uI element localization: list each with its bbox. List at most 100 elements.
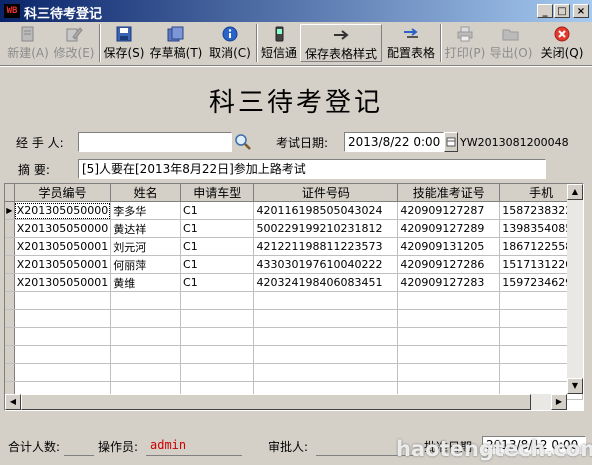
new-button[interactable]: 新建(A) bbox=[6, 24, 50, 62]
table-cell[interactable] bbox=[180, 291, 255, 310]
table-cell[interactable] bbox=[180, 309, 255, 328]
table-row[interactable] bbox=[5, 327, 583, 346]
table-cell[interactable] bbox=[110, 345, 182, 364]
table-cell[interactable]: 黄达祥 bbox=[110, 219, 182, 238]
table-row[interactable] bbox=[5, 345, 583, 364]
table-cell[interactable] bbox=[14, 327, 112, 346]
row-indicator[interactable] bbox=[5, 237, 15, 256]
table-cell[interactable] bbox=[14, 363, 112, 382]
table-cell[interactable]: 李多华 bbox=[110, 201, 182, 220]
minimize-button[interactable]: _ bbox=[537, 4, 553, 18]
table-cell[interactable] bbox=[180, 363, 255, 382]
table-cell[interactable] bbox=[397, 327, 501, 346]
table-row[interactable]: X201305050001 刘元河 C1 421221198811223573 4209… bbox=[5, 237, 583, 256]
table-cell[interactable] bbox=[180, 345, 255, 364]
table-cell[interactable] bbox=[253, 309, 399, 328]
scroll-right-icon[interactable]: ▶ bbox=[551, 394, 567, 410]
table-row[interactable]: X201305050001 黄维 C1 420324198406083451 42090… bbox=[5, 273, 583, 292]
save-draft-button[interactable]: 存草稿(T) bbox=[148, 24, 204, 62]
handler-field[interactable] bbox=[78, 132, 232, 152]
exam-date-field[interactable]: 2013/8/22 0:00 bbox=[344, 132, 444, 152]
table-cell[interactable]: 420116198505043024 bbox=[253, 201, 399, 220]
modify-button[interactable]: 修改(E) bbox=[52, 24, 96, 62]
table-cell[interactable]: X201305050001 bbox=[14, 273, 112, 292]
table-cell[interactable]: C1 bbox=[180, 201, 255, 220]
table-cell[interactable] bbox=[110, 291, 182, 310]
row-indicator[interactable] bbox=[5, 345, 15, 364]
table-cell[interactable] bbox=[253, 363, 399, 382]
table-cell[interactable]: C1 bbox=[180, 219, 255, 238]
table-cell[interactable] bbox=[14, 345, 112, 364]
row-indicator[interactable] bbox=[5, 291, 15, 310]
maximize-button[interactable]: □ bbox=[554, 4, 570, 18]
table-cell[interactable]: 500229199210231812 bbox=[253, 219, 399, 238]
table-cell[interactable]: 黄维 bbox=[110, 273, 182, 292]
table-cell[interactable] bbox=[253, 327, 399, 346]
table-cell[interactable]: C1 bbox=[180, 237, 255, 256]
table-cell[interactable] bbox=[397, 291, 501, 310]
save-button[interactable]: 保存(S) bbox=[102, 24, 146, 62]
horizontal-scrollbar[interactable]: ◀ ▶ bbox=[5, 394, 567, 410]
table-cell[interactable]: X201305050000 bbox=[14, 201, 112, 220]
row-indicator[interactable] bbox=[5, 255, 15, 274]
scroll-up-icon[interactable]: ▲ bbox=[567, 184, 583, 200]
table-cell[interactable]: 420909127287 bbox=[397, 201, 501, 220]
table-cell[interactable] bbox=[14, 291, 112, 310]
table-row[interactable] bbox=[5, 363, 583, 382]
table-cell[interactable] bbox=[110, 327, 182, 346]
column-header[interactable]: 技能准考证号 bbox=[397, 184, 501, 202]
table-cell[interactable]: X201305050001 bbox=[14, 237, 112, 256]
sms-button[interactable]: 短信通 bbox=[259, 24, 299, 62]
config-table-button[interactable]: 配置表格 bbox=[384, 24, 438, 62]
table-cell[interactable]: C1 bbox=[180, 273, 255, 292]
column-header[interactable]: 申请车型 bbox=[180, 184, 255, 202]
calendar-icon[interactable] bbox=[444, 132, 458, 152]
scroll-down-icon[interactable]: ▼ bbox=[567, 378, 583, 394]
table-cell[interactable]: X201305050001 bbox=[14, 255, 112, 274]
table-cell[interactable]: 420909127289 bbox=[397, 219, 501, 238]
close-window-button[interactable]: × bbox=[573, 4, 589, 18]
table-cell[interactable] bbox=[397, 345, 501, 364]
table-cell[interactable]: X201305050000 bbox=[14, 219, 112, 238]
row-indicator[interactable] bbox=[5, 219, 15, 238]
table-cell[interactable] bbox=[253, 291, 399, 310]
table-cell[interactable] bbox=[14, 309, 112, 328]
table-row[interactable]: ▶ X201305050000 李多华 C1 420116198505043024 420… bbox=[5, 201, 583, 220]
table-cell[interactable]: C1 bbox=[180, 255, 255, 274]
table-cell[interactable]: 433030197610040222 bbox=[253, 255, 399, 274]
table-cell[interactable]: 420909127283 bbox=[397, 273, 501, 292]
row-indicator[interactable] bbox=[5, 327, 15, 346]
row-indicator[interactable] bbox=[5, 363, 15, 382]
table-row[interactable] bbox=[5, 291, 583, 310]
row-indicator[interactable] bbox=[5, 309, 15, 328]
summary-field[interactable]: [5]人要在[2013年8月22日]参加上路考试 bbox=[78, 159, 546, 179]
table-cell[interactable]: 420909127286 bbox=[397, 255, 501, 274]
horizontal-scroll-thumb[interactable] bbox=[21, 394, 531, 410]
cancel-button[interactable]: 取消(C) bbox=[206, 24, 254, 62]
table-row[interactable] bbox=[5, 309, 583, 328]
column-header[interactable]: 姓名 bbox=[110, 184, 182, 202]
table-cell[interactable] bbox=[180, 327, 255, 346]
table-cell[interactable]: 420324198406083451 bbox=[253, 273, 399, 292]
table-row[interactable]: X201305050001 何丽萍 C1 433030197610040222 4209… bbox=[5, 255, 583, 274]
row-indicator[interactable] bbox=[5, 273, 15, 292]
vertical-scrollbar[interactable]: ▲ ▼ bbox=[567, 184, 583, 394]
export-button[interactable]: 导出(O) bbox=[489, 24, 533, 62]
table-cell[interactable] bbox=[397, 363, 501, 382]
table-cell[interactable] bbox=[110, 309, 182, 328]
close-button[interactable]: 关闭(Q) bbox=[538, 24, 586, 62]
table-cell[interactable]: 刘元河 bbox=[110, 237, 182, 256]
table-cell[interactable]: 何丽萍 bbox=[110, 255, 182, 274]
table-row[interactable]: X201305050000 黄达祥 C1 500229199210231812 4209… bbox=[5, 219, 583, 238]
table-cell[interactable] bbox=[397, 309, 501, 328]
table-cell[interactable]: 420909131205 bbox=[397, 237, 501, 256]
save-table-style-button[interactable]: 保存表格样式 bbox=[300, 24, 382, 62]
search-icon[interactable] bbox=[233, 132, 253, 152]
table-cell[interactable]: 421221198811223573 bbox=[253, 237, 399, 256]
table-cell[interactable] bbox=[253, 345, 399, 364]
column-header[interactable]: 学员编号 bbox=[14, 184, 112, 202]
table-cell[interactable] bbox=[110, 363, 182, 382]
scroll-left-icon[interactable]: ◀ bbox=[5, 394, 21, 410]
row-indicator[interactable]: ▶ bbox=[5, 201, 15, 220]
column-header[interactable]: 证件号码 bbox=[253, 184, 399, 202]
